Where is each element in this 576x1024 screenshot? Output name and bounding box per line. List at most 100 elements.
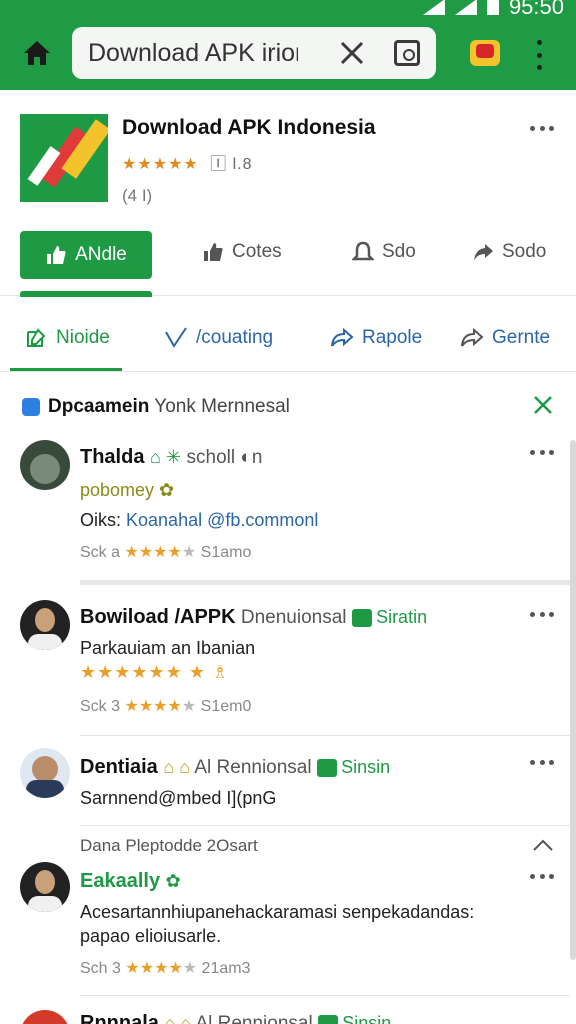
battery-icon [486,0,499,15]
address-bar[interactable]: Download APK irion [72,27,436,79]
app-review-count: (4 I) [122,186,153,205]
app-title: Download APK Indonesia [122,116,376,139]
action-cotes-label: Cotes [232,241,282,262]
avatar[interactable] [20,748,70,798]
install-button[interactable]: ANdle [20,231,152,279]
home-icon [24,41,50,65]
rating-stars-off: ★ [182,960,198,977]
contact-prefix: Oiks: [80,510,127,530]
status-bar: 95:50 [422,0,564,20]
list-item[interactable]: Bowiload /APPK Dnenuionsal Siratin Parka… [0,600,576,730]
home-button[interactable] [22,38,52,68]
wifi-icon [454,0,477,15]
author-badge: ⌂ ⌂ [164,1013,192,1024]
avatar[interactable] [20,1010,70,1024]
check-icon [165,327,187,348]
rating-suffix: S1em0 [200,698,252,715]
url-text[interactable]: Download APK irion [88,39,298,68]
post-rating: Sck 3 ★★★★★ S1em0 [80,696,251,716]
tab-rapole-label: Rapole [362,327,423,348]
action-cotes[interactable]: Cotes [202,241,282,263]
post-author[interactable]: Eakaally ✿ [80,870,181,893]
post-subtitle: Sarnnend@mbed I](pnG [80,788,277,808]
list-item[interactable]: Dentiaia ⌂ ⌂ Al Rennionsal Sinsin Sarnne… [0,748,576,828]
scrollbar[interactable] [570,440,576,960]
avatar[interactable] [20,440,70,490]
app-rating: ★★★★★ 🄸 l.8 [122,150,253,174]
tab-couating[interactable]: /couating [164,326,273,350]
post-body-line-1: Acesartannhiupanehackaramasi senpekadand… [80,902,475,922]
post-more-icon[interactable] [530,612,554,618]
rating-stars-on: ★★★★ [124,698,182,715]
post-body-line-2: papao elioiusarle. [80,926,222,946]
overflow-menu-icon[interactable] [530,40,548,70]
reply-icon [331,327,354,347]
notice-banner: Dpcaamein Yonk Mernnesal [0,380,576,430]
list-item[interactable]: Thalda ⌂ ✳ scholl ◐n pobomey ✿ Oiks: Koa… [0,440,576,590]
author-badge: ✿ [165,871,181,891]
author-badge-2: Sinsin [341,757,391,777]
forward-icon [461,327,484,347]
extension-icon[interactable] [470,40,500,66]
author-badge: Siratin [376,607,428,627]
rating-stars-off: ★ [181,698,197,715]
tab-rapole[interactable]: Rapole [330,326,422,350]
rating-prefix: Sch 3 [80,960,121,977]
post-more-icon[interactable] [530,760,554,766]
post-contact: Oiks: Koanahal @fb.commonl [80,510,318,531]
active-tab-indicator [10,368,122,371]
post-rating: Sck a ★★★★★ S1amo [80,542,251,562]
post-more-icon[interactable] [530,874,554,880]
close-banner-icon[interactable] [532,394,554,416]
tab-nioide-label: Nioide [56,327,110,348]
chevron-up-icon[interactable] [532,838,554,852]
action-sodo[interactable]: Sodo [472,241,546,263]
post-rating: Sch 3 ★★★★★ 21am3 [80,958,250,978]
tab-switcher-icon[interactable] [394,40,420,66]
post-author[interactable]: Bowiload /APPK Dnenuionsal Siratin [80,606,427,629]
author-badge: ⌂ ⌂ [163,757,191,777]
post-more-icon[interactable] [530,450,554,456]
avatar[interactable] [20,600,70,650]
author-tail: scholl ◐n [186,447,263,468]
list-item[interactable]: Eakaally ✿ Acesartannhiupanehackaramasi … [0,862,576,992]
author-tail: Al Rennionsal [191,1013,313,1024]
verified-icon [352,609,373,628]
app-more-icon[interactable] [530,126,554,132]
post-author[interactable]: Rnnnala ⌂ ⌂ Al Rennionsal Sinsin [80,1012,391,1024]
bell-icon [352,241,374,261]
item-divider [80,995,570,996]
tab-couating-label: /couating [196,327,274,348]
status-time: 95:50 [508,0,564,19]
section-divider [80,580,570,585]
post-author[interactable]: Dentiaia ⌂ ⌂ Al Rennionsal Sinsin [80,756,390,779]
author-name: Dentiaia [80,756,158,778]
tab-nioide[interactable]: Nioide [24,326,110,350]
author-name: Rnnnala [80,1012,159,1024]
share-icon [474,244,493,261]
rating-stars-on: ★★★★ [124,544,182,561]
rating-stars: ★★★★★ [122,156,199,173]
post-author[interactable]: Thalda ⌂ ✳ scholl ◐n [80,446,262,469]
like-icon [204,243,223,261]
author-badge: ⌂ ✳ [150,447,181,467]
clear-url-icon[interactable] [338,39,366,67]
install-underline [20,291,152,297]
contact-link[interactable]: Koanahal @fb.commonl [126,510,318,530]
tab-gernte[interactable]: Gernte [460,326,550,350]
edit-icon [27,328,46,347]
author-name: Thalda [80,446,145,468]
action-sdo[interactable]: Sdo [352,241,416,263]
group-header: Dana Pleptodde 2Osart [80,836,258,855]
verified-icon [317,759,338,778]
author-tail: Al Rennionsal [190,757,312,778]
banner-bold: Dpcaamein [48,396,150,417]
tab-gernte-label: Gernte [492,327,551,348]
install-label: ANdle [75,244,127,265]
rating-stars-off: ★ [181,544,197,561]
avatar[interactable] [20,862,70,912]
app-screen: 95:50 Download APK irion Download APK In… [0,0,576,1024]
list-item[interactable]: Rnnnala ⌂ ⌂ Al Rennionsal Sinsin [0,1008,576,1024]
rating-extra: 🄸 l.8 [210,156,253,173]
verified-icon [318,1015,339,1024]
